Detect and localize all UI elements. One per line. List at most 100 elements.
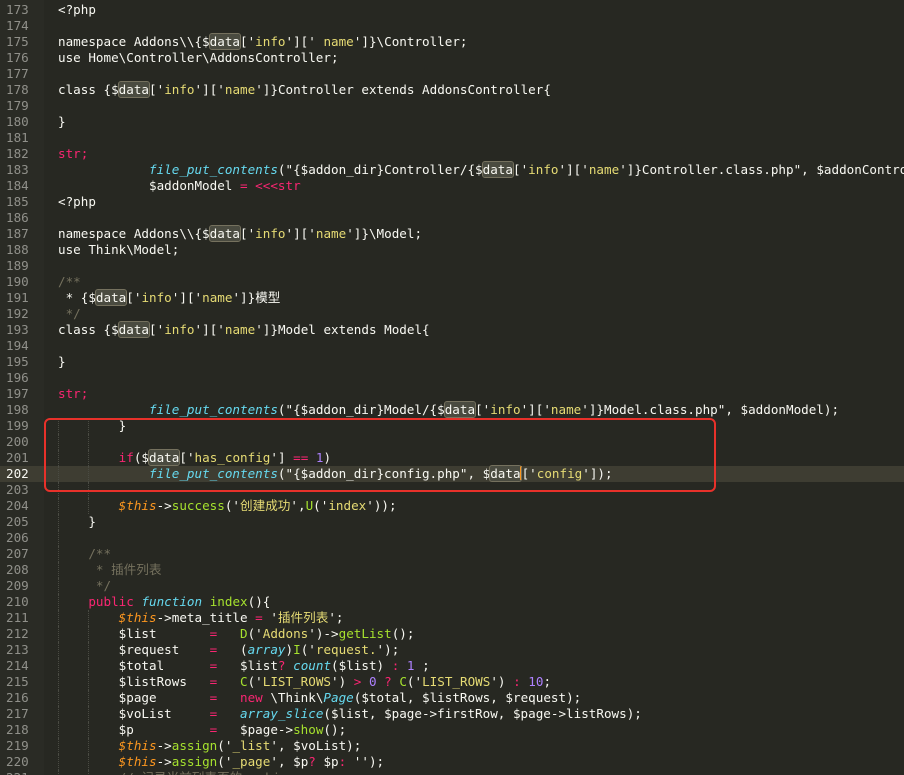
code-line[interactable]: 221 // 记录当前列表页的cookie [0,770,904,775]
line-code[interactable]: /** [58,546,111,562]
code-line[interactable]: 177 [0,66,904,82]
code-line[interactable]: 217 $voList = array_slice($list, $page->… [0,706,904,722]
code-line[interactable]: 183 file_put_contents("{$addon_dir}Contr… [0,161,904,178]
line-code[interactable]: $this->meta_title = '插件列表'; [58,610,344,626]
code-line[interactable]: 213 $request = (array)I('request.'); [0,642,904,658]
code-editor[interactable]: 173 <?php 174 175 namespace Addons\\{$data['… [0,0,904,775]
line-code[interactable]: class {$data['info']['name']}Model exten… [58,321,430,338]
code-line[interactable]: 199 } [0,418,904,434]
code-token: (" [277,162,294,177]
code-line[interactable]: 187 namespace Addons\\{$data['info']['nam… [0,225,904,242]
code-line[interactable]: 190 /** [0,274,904,290]
line-number: 205 [6,514,29,529]
line-code[interactable]: class {$data['info']['name']}Controller … [58,81,551,98]
line-code[interactable]: use Think\Model; [58,242,179,258]
code-line[interactable]: 198 file_put_contents("{$addon_dir}Model… [0,401,904,418]
code-token: */ [58,306,81,321]
code-line[interactable]: 214 $total = $list? count($list) : 1 ; [0,658,904,674]
code-line[interactable]: 205 } [0,514,904,530]
line-code[interactable]: str; [58,386,88,402]
code-line[interactable]: 206 [0,530,904,546]
code-line[interactable]: 202 file_put_contents("{$addon_dir}confi… [0,465,904,482]
line-code[interactable]: * {$data['info']['name']}模型 [58,289,280,306]
line-code[interactable]: } [58,418,127,434]
line-code[interactable]: if($data['has_config'] == 1) [58,449,331,466]
code-line[interactable]: 211 $this->meta_title = '插件列表'; [0,610,904,626]
line-code[interactable]: <?php [58,194,96,210]
code-line[interactable]: 192 */ [0,306,904,322]
code-line[interactable]: 215 $listRows = C('LIST_ROWS') > 0 ? C('… [0,674,904,690]
code-line[interactable]: 173 <?php [0,2,904,18]
code-token: namespace Addons\\{$ [58,226,210,241]
line-code[interactable]: $this->assign('_list', $voList); [58,738,362,754]
code-line[interactable]: 178 class {$data['info']['name']}Controll… [0,81,904,98]
line-code[interactable]: */ [58,578,111,594]
code-line[interactable]: 184 $addonModel = <<<str [0,178,904,194]
code-line[interactable]: 197 str; [0,386,904,402]
line-code[interactable]: /** [58,274,81,290]
code-line[interactable]: 209 */ [0,578,904,594]
line-code[interactable]: file_put_contents("{$addon_dir}config.ph… [58,465,613,482]
code-token: $p [58,722,210,737]
line-code[interactable]: */ [58,306,81,322]
line-code[interactable]: $request = (array)I('request.'); [58,642,400,658]
line-code[interactable]: <?php [58,2,96,18]
line-code[interactable]: file_put_contents("{$addon_dir}Controlle… [58,161,904,178]
code-token: ->meta_title [156,610,256,625]
code-line[interactable]: 216 $page = new \Think\Page($total, $lis… [0,690,904,706]
code-line[interactable]: 218 $p = $page->show(); [0,722,904,738]
code-line[interactable]: 186 [0,210,904,226]
line-code[interactable]: // 记录当前列表页的cookie [58,770,288,775]
line-code[interactable]: $voList = array_slice($list, $page->firs… [58,706,642,722]
line-code[interactable]: namespace Addons\\{$data['info'][' name'… [58,33,468,50]
line-code[interactable]: $page = new \Think\Page($total, $listRow… [58,690,582,706]
code-line[interactable]: 220 $this->assign('_page', $p? $p: ''); [0,754,904,770]
code-token: LIST_ROWS [262,674,332,689]
indent-guide [58,434,59,450]
line-code[interactable]: $p = $page->show(); [58,722,347,738]
code-token: -> [156,754,172,769]
code-line[interactable]: 219 $this->assign('_list', $voList); [0,738,904,754]
code-line[interactable]: 179 [0,98,904,114]
code-line[interactable]: 176 use Home\Controller\AddonsController; [0,50,904,66]
line-code[interactable]: file_put_contents("{$addon_dir}Model/{$d… [58,401,839,418]
code-line[interactable]: 195} [0,354,904,370]
line-code[interactable]: } [58,514,96,530]
code-line[interactable]: 182 str; [0,146,904,162]
code-line[interactable]: 188 use Think\Model; [0,242,904,258]
line-code[interactable]: * 插件列表 [58,562,162,578]
code-line[interactable]: 207 /** [0,546,904,562]
code-line[interactable]: 180} [0,114,904,130]
code-line[interactable]: 208 * 插件列表 [0,562,904,578]
line-code[interactable]: } [58,354,66,370]
code-line[interactable]: 210 public function index(){ [0,594,904,610]
code-line[interactable]: 201 if($data['has_config'] == 1) [0,449,904,466]
line-code[interactable]: public function index(){ [58,594,270,610]
line-code[interactable]: $total = $list? count($list) : 1 ; [58,658,430,674]
line-code[interactable]: $this->assign('_page', $p? $p: ''); [58,754,384,770]
code-line[interactable]: 203 [0,482,904,498]
line-number: 193 [6,322,29,337]
code-line[interactable]: 185 <?php [0,194,904,210]
code-line[interactable]: 204 $this->success('创建成功',U('index')); [0,498,904,514]
line-code[interactable]: $this->success('创建成功',U('index')); [58,498,397,514]
line-number: 177 [6,66,29,81]
line-code[interactable]: $listRows = C('LIST_ROWS') > 0 ? C('LIST… [58,674,551,690]
code-line[interactable]: 174 [0,18,904,34]
code-line[interactable]: 193 class {$data['info']['name']}Model ex… [0,321,904,338]
code-line[interactable]: 191 * {$data['info']['name']}模型 [0,289,904,306]
code-line[interactable]: 194 [0,338,904,354]
line-code[interactable]: namespace Addons\\{$data['info']['name']… [58,225,422,242]
code-line[interactable]: 196 [0,370,904,386]
code-line[interactable]: 175 namespace Addons\\{$data['info'][' na… [0,33,904,50]
line-code[interactable]: $list = D('Addons')->getList(); [58,626,415,642]
line-code[interactable]: } [58,114,66,130]
code-line[interactable]: 189 [0,258,904,274]
line-code[interactable]: use Home\Controller\AddonsController; [58,50,339,66]
line-code[interactable]: $addonModel = <<<str [58,178,301,194]
code-line[interactable]: 212 $list = D('Addons')->getList(); [0,626,904,642]
line-code[interactable]: str; [58,146,88,162]
code-line[interactable]: 181 [0,130,904,146]
code-line[interactable]: 200 [0,434,904,450]
